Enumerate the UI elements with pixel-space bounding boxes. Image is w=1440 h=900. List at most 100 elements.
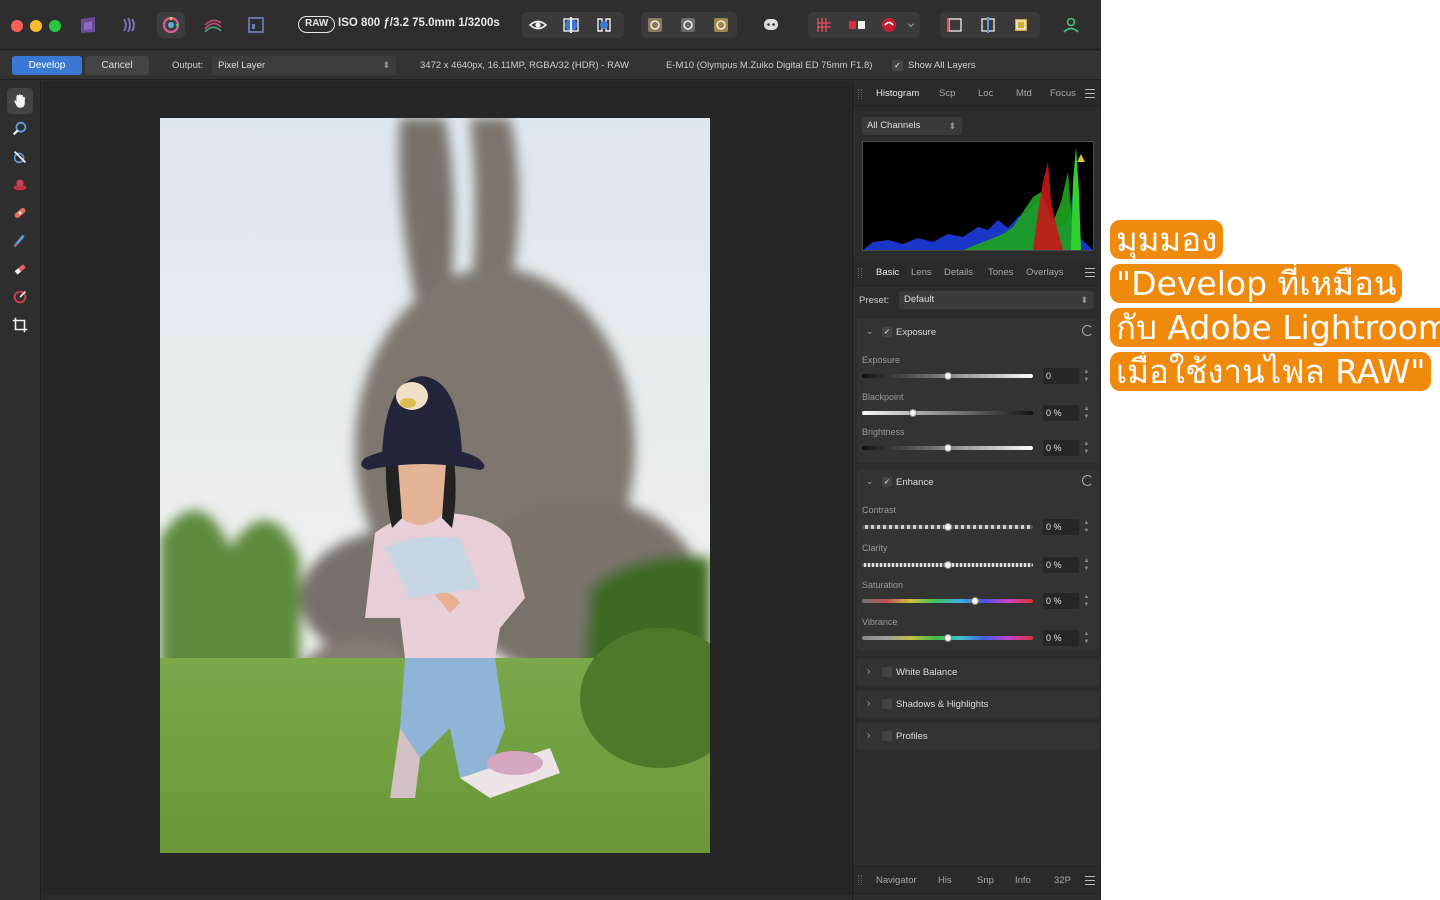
- panel-grip-icon[interactable]: [858, 89, 862, 99]
- chevron-right-icon[interactable]: ›: [867, 730, 870, 741]
- contrast-slider-knob[interactable]: [943, 523, 952, 531]
- shadows-highlights-enable-checkbox[interactable]: [882, 699, 892, 709]
- account-icon[interactable]: [1057, 12, 1085, 38]
- export-persona-icon[interactable]: [242, 12, 270, 38]
- chevron-down-icon[interactable]: ⌄: [866, 476, 874, 487]
- stepper-icon[interactable]: ▲ ▼: [1083, 630, 1090, 646]
- tab-details[interactable]: Details: [944, 267, 973, 278]
- saturation-value-field[interactable]: 0 %: [1043, 593, 1079, 609]
- exposure-value-field[interactable]: 0: [1043, 368, 1079, 384]
- enhance-enable-checkbox[interactable]: ✓: [882, 477, 892, 487]
- develop-persona-icon[interactable]: [157, 12, 185, 38]
- cancel-button[interactable]: Cancel: [85, 56, 149, 75]
- profiles-enable-checkbox[interactable]: [882, 731, 892, 741]
- panel-grip-icon[interactable]: [858, 875, 862, 885]
- tone-mapping-persona-icon[interactable]: [199, 12, 227, 38]
- align-center-icon[interactable]: [974, 12, 1002, 38]
- liquify-persona-icon[interactable]: [116, 12, 144, 38]
- chevron-right-icon[interactable]: ›: [867, 666, 870, 677]
- exposure-slider-knob[interactable]: [943, 372, 952, 380]
- blemish-removal-tool-icon[interactable]: [7, 200, 33, 226]
- tab-32bit-preview[interactable]: 32P: [1054, 875, 1071, 886]
- panel-menu-icon[interactable]: [1085, 268, 1095, 277]
- tab-scope[interactable]: Scp: [939, 88, 955, 99]
- zoom-window-button[interactable]: [49, 20, 61, 32]
- output-select[interactable]: Pixel Layer ⬍: [212, 56, 396, 75]
- tab-focus[interactable]: Focus: [1050, 88, 1076, 99]
- overlay-erase-tool-icon[interactable]: [7, 256, 33, 282]
- enhance-group-header[interactable]: ⌄ ✓ Enhance: [857, 469, 1098, 495]
- overlay-toggle-icon[interactable]: [641, 12, 669, 38]
- clipping-shadows-icon[interactable]: [674, 12, 702, 38]
- tab-navigator[interactable]: Navigator: [876, 875, 917, 886]
- exposure-enable-checkbox[interactable]: ✓: [882, 327, 892, 337]
- stepper-icon[interactable]: ▲ ▼: [1083, 593, 1090, 609]
- exposure-group-header[interactable]: ⌄ ✓ Exposure: [857, 319, 1098, 345]
- vibrance-slider[interactable]: [862, 634, 1033, 642]
- zoom-tool-icon[interactable]: [7, 116, 33, 142]
- align-right-icon[interactable]: [1007, 12, 1035, 38]
- tab-basic[interactable]: Basic: [876, 267, 899, 278]
- tab-lens[interactable]: Lens: [911, 267, 932, 278]
- view-tool-hand-icon[interactable]: [7, 88, 33, 114]
- preset-select[interactable]: Default ⬍: [899, 291, 1094, 309]
- tab-snapshots[interactable]: Snp: [977, 875, 994, 886]
- saturation-slider-knob[interactable]: [970, 597, 979, 605]
- panel-menu-icon[interactable]: [1085, 876, 1095, 885]
- reset-icon[interactable]: [1082, 325, 1093, 336]
- contrast-value-field[interactable]: 0 %: [1043, 519, 1079, 535]
- canvas-area[interactable]: [42, 81, 851, 895]
- stepper-icon[interactable]: ▲ ▼: [1083, 440, 1090, 456]
- red-eye-tool-icon[interactable]: [7, 172, 33, 198]
- tab-tones[interactable]: Tones: [988, 267, 1013, 278]
- brightness-slider-knob[interactable]: [943, 444, 952, 452]
- stepper-icon[interactable]: ▲ ▼: [1083, 368, 1090, 384]
- crop-tool-icon[interactable]: [7, 312, 33, 338]
- grid-overlay-icon[interactable]: [810, 12, 838, 38]
- eye-icon[interactable]: [524, 12, 552, 38]
- clarity-value-field[interactable]: 0 %: [1043, 557, 1079, 573]
- minimize-window-button[interactable]: [30, 20, 42, 32]
- assistant-icon[interactable]: [757, 12, 785, 38]
- profiles-group[interactable]: › Profiles: [857, 723, 1098, 750]
- undo-history-icon[interactable]: [875, 12, 903, 38]
- tab-overlays[interactable]: Overlays: [1026, 267, 1063, 278]
- before-after-icon[interactable]: [843, 12, 871, 38]
- blackpoint-slider[interactable]: [862, 409, 1033, 417]
- stepper-icon[interactable]: ▲ ▼: [1083, 519, 1090, 535]
- panel-grip-icon[interactable]: [858, 268, 862, 278]
- tab-metadata[interactable]: Mtd: [1016, 88, 1032, 99]
- blackpoint-value-field[interactable]: 0 %: [1043, 405, 1079, 421]
- chevron-right-icon[interactable]: ›: [867, 698, 870, 709]
- channel-select[interactable]: All Channels ⬍: [862, 117, 962, 135]
- tab-histogram[interactable]: Histogram: [876, 88, 919, 99]
- show-all-layers-checkbox[interactable]: ✓: [892, 60, 903, 71]
- blackpoint-slider-knob[interactable]: [909, 409, 918, 417]
- chevron-down-icon[interactable]: ⌄: [866, 326, 874, 337]
- overlay-paint-tool-icon[interactable]: [7, 228, 33, 254]
- split-view-icon[interactable]: [557, 12, 585, 38]
- panel-menu-icon[interactable]: [1085, 89, 1095, 98]
- white-balance-enable-checkbox[interactable]: [882, 667, 892, 677]
- brightness-slider[interactable]: [862, 444, 1033, 452]
- photo-persona-icon[interactable]: [74, 12, 102, 38]
- chevron-down-icon[interactable]: [904, 12, 918, 38]
- clarity-slider[interactable]: [862, 561, 1033, 569]
- photo-preview[interactable]: [160, 118, 710, 853]
- contrast-slider[interactable]: [862, 523, 1033, 531]
- stepper-icon[interactable]: ▲ ▼: [1083, 557, 1090, 573]
- tab-location[interactable]: Loc: [978, 88, 993, 99]
- vibrance-slider-knob[interactable]: [943, 634, 952, 642]
- tab-history[interactable]: His: [938, 875, 952, 886]
- clarity-slider-knob[interactable]: [943, 561, 952, 569]
- clipping-highlights-icon[interactable]: [707, 12, 735, 38]
- saturation-slider[interactable]: [862, 597, 1033, 605]
- overlay-gradient-tool-icon[interactable]: [7, 284, 33, 310]
- mirror-view-icon[interactable]: [590, 12, 618, 38]
- white-balance-group[interactable]: › White Balance: [857, 659, 1098, 686]
- vibrance-value-field[interactable]: 0 %: [1043, 630, 1079, 646]
- reset-icon[interactable]: [1082, 475, 1093, 486]
- shadows-highlights-group[interactable]: › Shadows & Highlights: [857, 691, 1098, 718]
- tab-info[interactable]: Info: [1015, 875, 1031, 886]
- align-left-icon[interactable]: [941, 12, 969, 38]
